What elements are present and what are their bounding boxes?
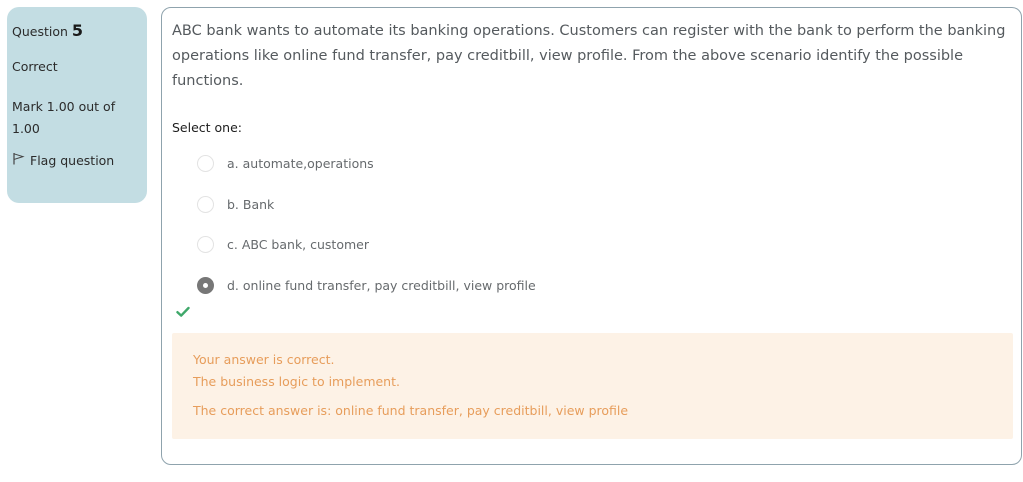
question-label: Question bbox=[12, 24, 68, 39]
select-one-prompt: Select one: bbox=[172, 120, 243, 135]
feedback-box: Your answer is correct. The business log… bbox=[172, 333, 1013, 439]
question-info-panel: Question 5 Correct Mark 1.00 out of 1.00… bbox=[7, 7, 147, 203]
feedback-correct-answer: The correct answer is: online fund trans… bbox=[193, 403, 629, 418]
answer-options: a. automate,operations b. Bank c. ABC ba… bbox=[197, 154, 997, 316]
question-grade: Mark 1.00 out of 1.00 bbox=[12, 99, 116, 136]
answer-option-d[interactable]: d. online fund transfer, pay creditbill,… bbox=[197, 276, 997, 317]
flag-question-label: Flag question bbox=[30, 152, 115, 168]
radio-option-c[interactable] bbox=[197, 236, 214, 253]
question-state: Correct bbox=[12, 59, 58, 74]
answer-option-a[interactable]: a. automate,operations bbox=[197, 154, 997, 195]
feedback-general: The business logic to implement. bbox=[193, 374, 400, 389]
flag-question-button[interactable]: Flag question bbox=[12, 152, 142, 168]
answer-option-b[interactable]: b. Bank bbox=[197, 195, 997, 236]
answer-label-a: a. automate,operations bbox=[227, 156, 374, 171]
answer-label-c: c. ABC bank, customer bbox=[227, 237, 369, 252]
question-number: 5 bbox=[71, 21, 84, 40]
answer-label-d: d. online fund transfer, pay creditbill,… bbox=[227, 277, 536, 293]
radio-option-b[interactable] bbox=[197, 195, 214, 213]
answer-option-c[interactable]: c. ABC bank, customer bbox=[197, 235, 997, 276]
question-content: ABC bank wants to automate its banking o… bbox=[161, 7, 1022, 465]
question-number-line: Question 5 bbox=[12, 21, 142, 43]
checkmark-icon bbox=[176, 303, 190, 322]
radio-option-a[interactable] bbox=[197, 155, 214, 172]
radio-option-d[interactable] bbox=[197, 276, 214, 294]
flag-icon bbox=[12, 152, 30, 168]
answer-label-b: b. Bank bbox=[227, 196, 275, 212]
question-text: ABC bank wants to automate its banking o… bbox=[172, 23, 1006, 89]
feedback-result: Your answer is correct. bbox=[193, 352, 335, 367]
